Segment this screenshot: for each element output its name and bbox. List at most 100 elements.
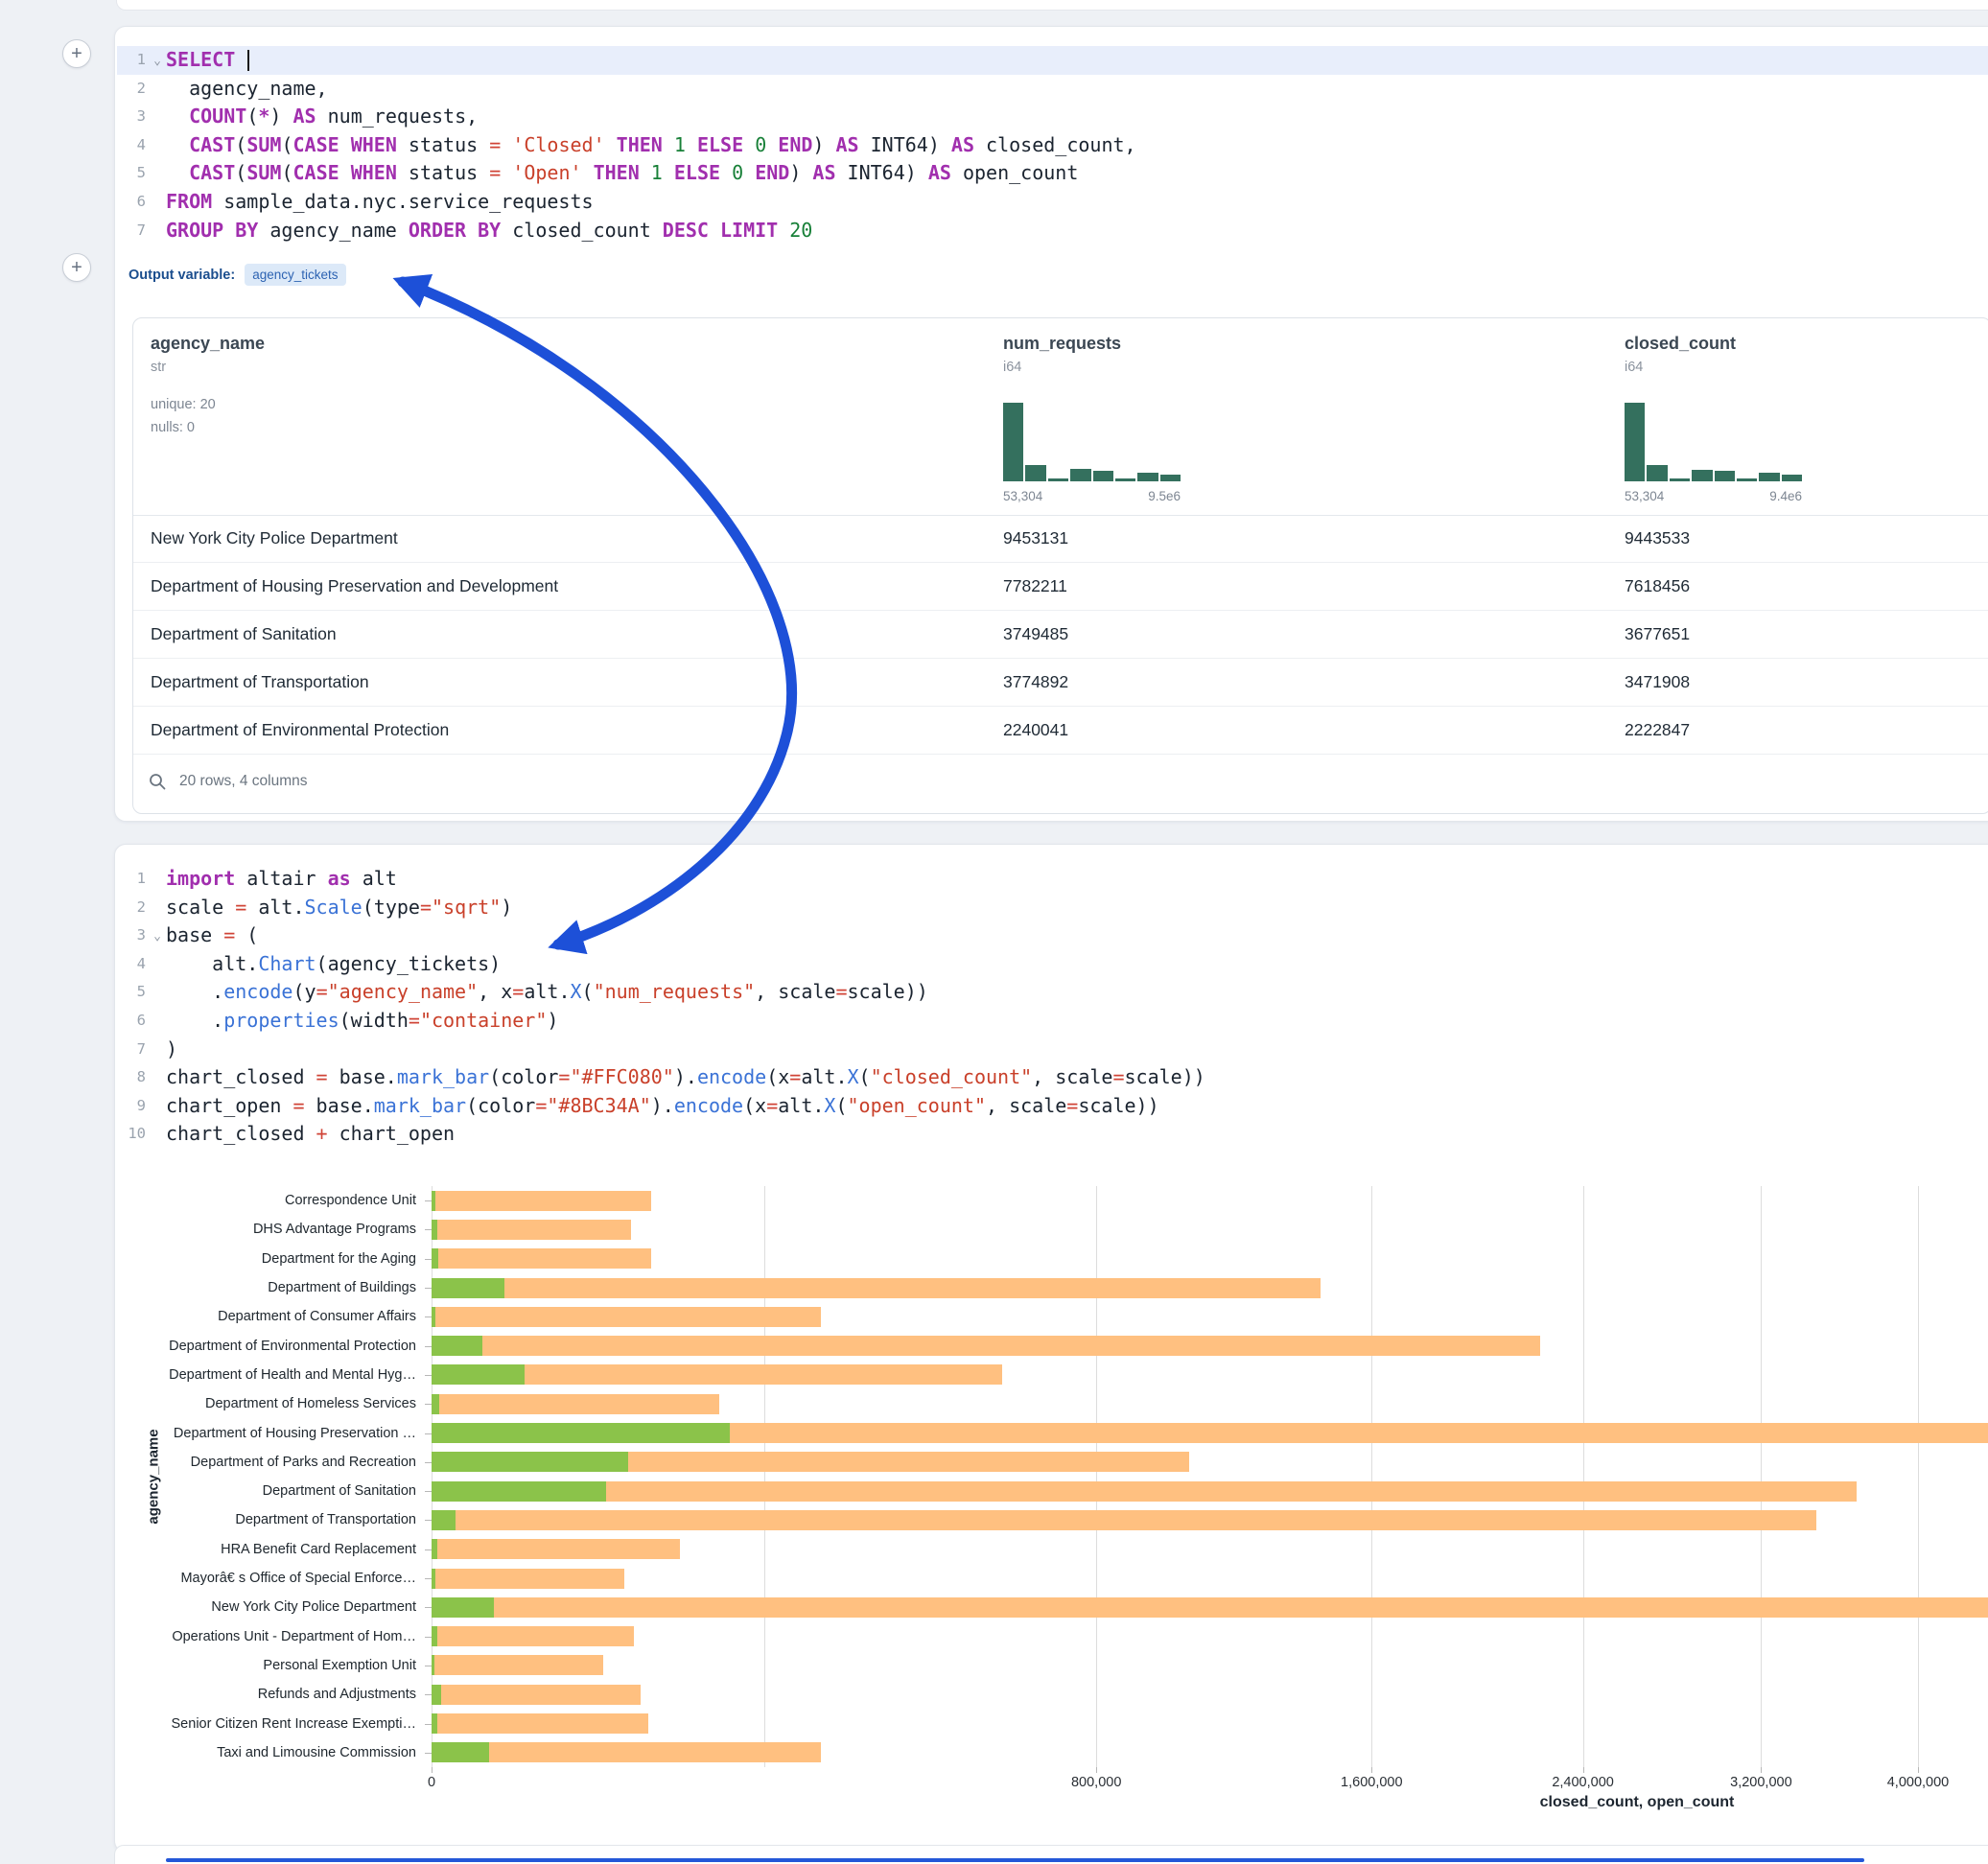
sql-code-lines[interactable]: SELECT agency_name, COUNT(*) AS num_requ… — [166, 46, 1988, 245]
y-axis-label: Mayorâ€ s Office of Special Enforce… — [115, 1570, 416, 1587]
bar-open_count[interactable] — [432, 1626, 437, 1646]
y-axis-tick — [425, 1491, 432, 1492]
code-line[interactable]: CAST(SUM(CASE WHEN status = 'Closed' THE… — [166, 131, 1988, 160]
bar-open_count[interactable] — [432, 1423, 730, 1443]
column-header-closed-count[interactable]: closed_count i64 53,304 9.4e6 — [1625, 318, 1736, 375]
output-variable-badge[interactable]: agency_tickets — [245, 264, 345, 286]
table-row[interactable]: Department of Transportation377489234719… — [133, 659, 1988, 707]
bar-closed_count[interactable] — [432, 1481, 1857, 1502]
bar-closed_count[interactable] — [432, 1220, 631, 1240]
histogram-bar — [1025, 465, 1045, 481]
bar-open_count[interactable] — [432, 1336, 482, 1356]
column-header-num-requests[interactable]: num_requests i64 53,304 9.5e6 — [1003, 318, 1121, 375]
gridline — [764, 1186, 765, 1767]
x-axis-label: 800,000 — [1071, 1775, 1121, 1790]
bar-open_count[interactable] — [432, 1597, 494, 1618]
next-cell-edge — [114, 1845, 1988, 1864]
x-axis-label: 2,400,000 — [1552, 1775, 1614, 1790]
table-cell: Department of Environmental Protection — [151, 707, 449, 754]
bar-open_count[interactable] — [432, 1452, 628, 1472]
y-axis-label: Department of Health and Mental Hyg… — [115, 1366, 416, 1384]
y-axis-label: Correspondence Unit — [115, 1192, 416, 1209]
bar-open_count[interactable] — [432, 1685, 441, 1705]
line-number: 5 — [115, 159, 146, 188]
add-cell-button-top[interactable]: + — [62, 39, 91, 68]
bar-closed_count[interactable] — [432, 1248, 651, 1269]
line-number: 4 — [115, 131, 146, 160]
code-line[interactable]: FROM sample_data.nyc.service_requests — [166, 188, 1988, 217]
table-cell: 2222847 — [1625, 707, 1690, 754]
bar-closed_count[interactable] — [432, 1655, 603, 1675]
bar-closed_count[interactable] — [432, 1626, 634, 1646]
code-line[interactable]: CAST(SUM(CASE WHEN status = 'Open' THEN … — [166, 159, 1988, 188]
line-number: 3 — [115, 103, 146, 131]
bar-closed_count[interactable] — [432, 1685, 641, 1705]
y-axis-label: HRA Benefit Card Replacement — [115, 1541, 416, 1558]
bar-open_count[interactable] — [432, 1569, 435, 1589]
bar-open_count[interactable] — [432, 1539, 437, 1559]
bar-closed_count[interactable] — [432, 1539, 680, 1559]
gridline — [1918, 1186, 1919, 1767]
x-axis-tick — [1761, 1767, 1762, 1773]
y-axis-tick — [425, 1549, 432, 1550]
bar-closed_count[interactable] — [432, 1597, 1988, 1618]
histogram-bar — [1759, 473, 1779, 481]
line-number: 2 — [115, 75, 146, 104]
bar-closed_count[interactable] — [432, 1336, 1540, 1356]
column-header-agency-name[interactable]: agency_name str unique: 20 nulls: 0 — [151, 318, 265, 375]
bar-open_count[interactable] — [432, 1248, 438, 1269]
y-axis-tick — [425, 1200, 432, 1201]
bar-closed_count[interactable] — [432, 1742, 821, 1762]
bar-open_count[interactable] — [432, 1742, 489, 1762]
bar-open_count[interactable] — [432, 1364, 525, 1385]
bar-open_count[interactable] — [432, 1394, 439, 1414]
search-icon[interactable] — [148, 772, 167, 791]
code-line[interactable]: GROUP BY agency_name ORDER BY closed_cou… — [166, 217, 1988, 245]
y-axis-tick — [425, 1753, 432, 1754]
y-axis-label: DHS Advantage Programs — [115, 1221, 416, 1238]
code-line[interactable]: agency_name, — [166, 75, 1988, 104]
bar-closed_count[interactable] — [432, 1713, 648, 1734]
histogram-range: 53,304 9.5e6 — [1003, 489, 1181, 503]
table-row[interactable]: Department of Sanitation37494853677651 — [133, 611, 1988, 659]
bar-closed_count[interactable] — [432, 1510, 1816, 1530]
x-axis-tick — [1583, 1767, 1584, 1773]
bar-open_count[interactable] — [432, 1278, 504, 1298]
histogram-max: 9.5e6 — [1148, 489, 1181, 503]
line-number-gutter: 1⌄234567 — [115, 46, 166, 245]
x-axis-tick — [1371, 1767, 1372, 1773]
table-cell: 3471908 — [1625, 659, 1690, 706]
bar-closed_count[interactable] — [432, 1191, 651, 1211]
bar-open_count[interactable] — [432, 1713, 437, 1734]
fold-chevron-icon[interactable]: ⌄ — [153, 47, 161, 76]
code-line[interactable]: SELECT — [166, 46, 1988, 75]
results-table: agency_name str unique: 20 nulls: 0 num_… — [132, 317, 1988, 814]
y-axis-tick — [425, 1724, 432, 1725]
bar-open_count[interactable] — [432, 1191, 435, 1211]
line-number: 7 — [115, 217, 146, 245]
histogram-min: 53,304 — [1625, 489, 1664, 503]
bar-open_count[interactable] — [432, 1481, 606, 1502]
code-line[interactable]: COUNT(*) AS num_requests, — [166, 103, 1988, 131]
bar-open_count[interactable] — [432, 1510, 456, 1530]
column-histogram — [1003, 403, 1181, 481]
bar-open_count[interactable] — [432, 1220, 437, 1240]
table-row[interactable]: Department of Environmental Protection 22… — [133, 707, 1988, 755]
histogram-bar — [1048, 478, 1068, 481]
table-row[interactable]: Department of Housing Preservation and D… — [133, 563, 1988, 611]
sql-editor[interactable]: 1⌄234567 SELECT agency_name, COUNT(*) AS… — [115, 46, 1988, 245]
bar-closed_count[interactable] — [432, 1307, 821, 1327]
bar-closed_count[interactable] — [432, 1569, 624, 1589]
add-cell-button-middle[interactable]: + — [62, 253, 91, 282]
y-axis-label: Taxi and Limousine Commission — [115, 1744, 416, 1761]
y-axis-tick — [425, 1462, 432, 1463]
column-null-count: nulls: 0 — [151, 420, 195, 435]
x-axis-tick — [1918, 1767, 1919, 1773]
bar-closed_count[interactable] — [432, 1278, 1321, 1298]
bar-closed_count[interactable] — [432, 1394, 719, 1414]
bar-open_count[interactable] — [432, 1307, 435, 1327]
bar-open_count[interactable] — [432, 1655, 434, 1675]
table-row[interactable]: New York City Police Department945313194… — [133, 515, 1988, 563]
line-number: 1⌄ — [115, 46, 146, 75]
x-axis-title: closed_count, open_count — [1540, 1794, 1735, 1811]
